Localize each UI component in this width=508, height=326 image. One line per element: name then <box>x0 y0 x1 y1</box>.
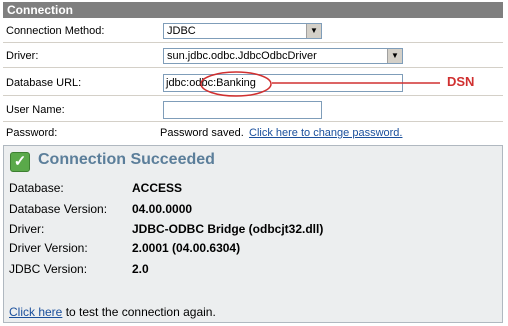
user-name-label: User Name: <box>6 104 65 116</box>
password-row: Password: Password saved. Click here to … <box>3 123 503 143</box>
chevron-down-icon[interactable]: ▼ <box>306 24 321 38</box>
connection-method-value: JDBC <box>167 25 196 37</box>
chevron-down-icon[interactable]: ▼ <box>387 49 402 63</box>
driver-version-value: 2.0001 (04.00.6304) <box>132 241 241 255</box>
user-name-input[interactable] <box>163 101 322 119</box>
connection-method-label: Connection Method: <box>6 25 105 37</box>
database-url-value: jdbc:odbc:Banking <box>166 77 256 89</box>
jdbc-version-value: 2.0 <box>132 262 149 276</box>
retest-link[interactable]: Click here <box>9 305 62 319</box>
database-version-label: Database Version: <box>9 202 108 216</box>
password-label: Password: <box>6 127 58 139</box>
section-header: Connection <box>3 2 503 18</box>
user-name-row: User Name: <box>3 97 503 122</box>
database-version-value: 04.00.0000 <box>132 202 193 216</box>
driver-select[interactable]: sun.jdbc.odbc.JdbcOdbcDriver ▼ <box>163 48 403 64</box>
driver-version-label: Driver Version: <box>9 241 88 255</box>
change-password-link[interactable]: Click here to change password. <box>249 127 402 139</box>
success-check-icon: ✓ <box>10 152 30 172</box>
driver-info-label: Driver: <box>9 222 45 236</box>
database-url-input[interactable]: jdbc:odbc:Banking <box>163 74 403 92</box>
retest-text: to test the connection again. <box>62 305 216 319</box>
driver-value: sun.jdbc.odbc.JdbcOdbcDriver <box>167 50 317 62</box>
database-value: ACCESS <box>132 181 183 195</box>
database-url-label: Database URL: <box>6 77 82 89</box>
database-url-row: Database URL: jdbc:odbc:Banking <box>3 69 503 96</box>
driver-info-value: JDBC-ODBC Bridge (odbcjt32.dll) <box>132 222 324 236</box>
password-status: Password saved. <box>160 127 244 139</box>
connection-result-panel: ✓ Connection Succeeded Database: ACCESS … <box>3 145 503 323</box>
database-label: Database: <box>9 181 64 195</box>
retest-line: Click here to test the connection again. <box>9 305 216 319</box>
result-title: Connection Succeeded <box>38 151 215 168</box>
connection-method-row: Connection Method: JDBC ▼ <box>3 20 503 43</box>
connection-method-select[interactable]: JDBC ▼ <box>163 23 322 39</box>
driver-row: Driver: sun.jdbc.odbc.JdbcOdbcDriver ▼ <box>3 44 503 68</box>
driver-label: Driver: <box>6 50 39 62</box>
dsn-label: DSN <box>447 74 475 89</box>
jdbc-version-label: JDBC Version: <box>9 262 88 276</box>
